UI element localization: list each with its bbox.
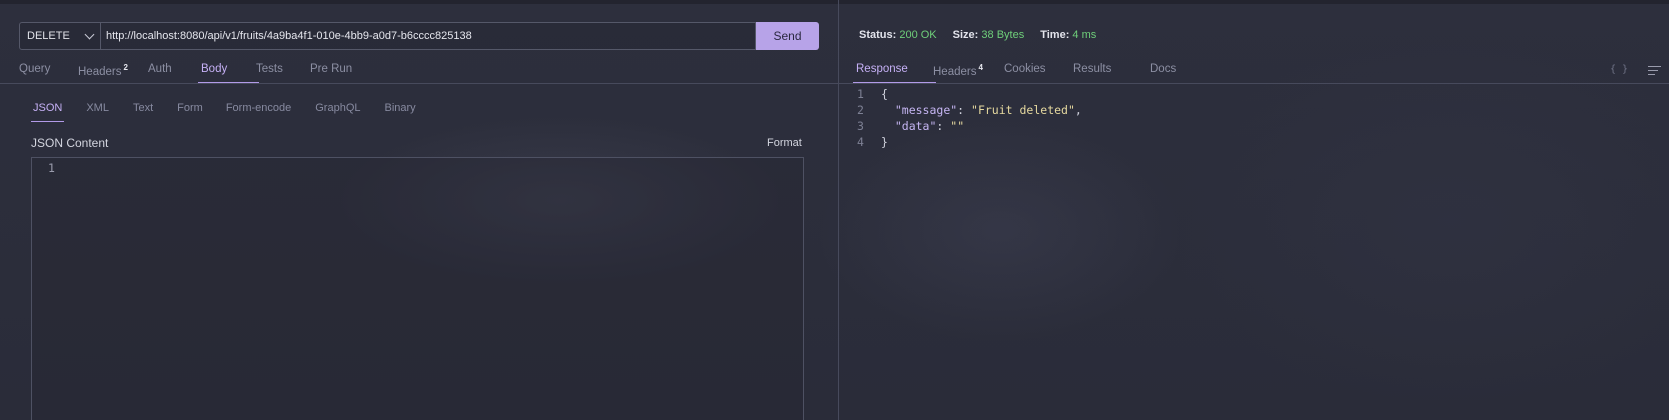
json-key: "data" [894,119,937,133]
response-tabs: Response Headers 4 Cookies Results Docs [853,57,1190,84]
size-group: Size: 38 Bytes [953,29,1025,41]
format-button[interactable]: Format [767,137,802,149]
code-text: } [881,135,888,149]
line-number: 1 [857,87,864,101]
tab-docs[interactable]: Docs [1150,57,1190,84]
tab-tests[interactable]: Tests [256,57,310,84]
size-value: 38 Bytes [981,29,1025,41]
json-content-label: JSON Content [31,136,109,150]
status-value: 200 OK [899,29,937,41]
tab-label: Headers [933,66,977,78]
headers-count-badge: 2 [123,63,128,72]
braces-icon[interactable]: { } [1610,64,1628,75]
status-label: Status: [859,29,897,41]
subtab-label: Text [132,102,154,114]
subtab-label: Form-encode [225,102,292,114]
send-button[interactable]: Send [756,22,819,50]
tab-label: Pre Run [310,63,353,75]
subtab-json[interactable]: JSON [30,102,65,122]
code-line: 1{ [857,86,1082,102]
time-value: 4 ms [1072,29,1097,41]
json-value: "Fruit deleted" [971,103,1075,117]
json-editor[interactable]: 1 [31,157,804,420]
subtab-form[interactable]: Form [177,102,203,122]
subtab-text[interactable]: Text [133,102,153,122]
subtab-label: XML [86,102,109,114]
code-punctuation: , [1074,103,1082,117]
tabs-divider [0,83,838,84]
tab-cookies[interactable]: Cookies [1004,57,1073,84]
subtab-xml[interactable]: XML [86,102,109,122]
tabs-divider [839,83,1669,84]
tab-query[interactable]: Query [19,57,78,84]
line-number: 2 [857,103,864,117]
wrap-lines-icon[interactable] [1648,65,1661,75]
subtab-label: JSON [33,102,63,114]
tab-label: Cookies [1004,63,1046,75]
subtab-label: GraphQL [315,102,361,114]
tab-label: Auth [148,63,172,75]
code-line: 3 "data": "" [857,119,965,133]
size-label: Size: [952,29,979,41]
tab-pre-run[interactable]: Pre Run [310,57,380,84]
response-pane: Status: 200 OK Size: 38 Bytes Time: 4 ms… [838,0,1669,420]
tab-label: Body [201,63,228,75]
tab-response-headers[interactable]: Headers 4 [933,57,1004,84]
tab-body[interactable]: Body [198,57,259,84]
request-tabs: Query Headers 2 Auth Body Tests Pre Run [19,57,380,84]
time-label: Time: [1040,29,1070,41]
code-line: 4} [857,134,1082,150]
editor-line-number: 1 [48,161,55,175]
response-status-bar: Status: 200 OK Size: 38 Bytes Time: 4 ms [859,29,1112,41]
subtab-label: Binary [384,102,416,114]
json-key: "message" [894,103,958,117]
url-bar: DELETE http://localhost:8080/api/v1/frui… [19,22,819,50]
tab-label: Query [19,63,51,75]
method-label: DELETE [27,30,70,42]
tab-auth[interactable]: Auth [148,57,201,84]
tab-label: Headers [78,66,122,78]
subtab-label: Form [177,102,203,114]
tab-label: Tests [256,63,283,75]
tab-label: Results [1073,63,1112,75]
subtab-form-encode[interactable]: Form-encode [226,102,291,122]
tab-headers[interactable]: Headers 2 [78,57,148,84]
response-toolbar: { } [1610,64,1661,75]
body-type-tabs: JSON XML Text Form Form-encode GraphQL B… [30,102,416,122]
tab-response[interactable]: Response [853,57,936,84]
tab-label: Docs [1150,63,1177,75]
tab-results[interactable]: Results [1073,57,1150,84]
response-body: 1{ 2 "message": "Fruit deleted", 3 "data… [857,86,1082,150]
time-group: Time: 4 ms [1040,29,1096,41]
headers-count-badge: 4 [978,63,983,72]
tab-label: Response [856,63,908,75]
chevron-down-icon [84,29,95,39]
code-line: 2 "message": "Fruit deleted", [857,103,1082,117]
subtab-binary[interactable]: Binary [385,102,416,122]
subtab-graphql[interactable]: GraphQL [315,102,360,122]
line-number: 4 [857,135,864,149]
status-group: Status: 200 OK [859,29,937,41]
method-select[interactable]: DELETE [19,22,101,50]
url-input[interactable]: http://localhost:8080/api/v1/fruits/4a9b… [101,22,756,50]
request-pane: DELETE http://localhost:8080/api/v1/frui… [0,0,838,420]
json-value: "" [950,119,965,133]
line-number: 3 [857,119,864,133]
code-text: { [881,87,888,101]
